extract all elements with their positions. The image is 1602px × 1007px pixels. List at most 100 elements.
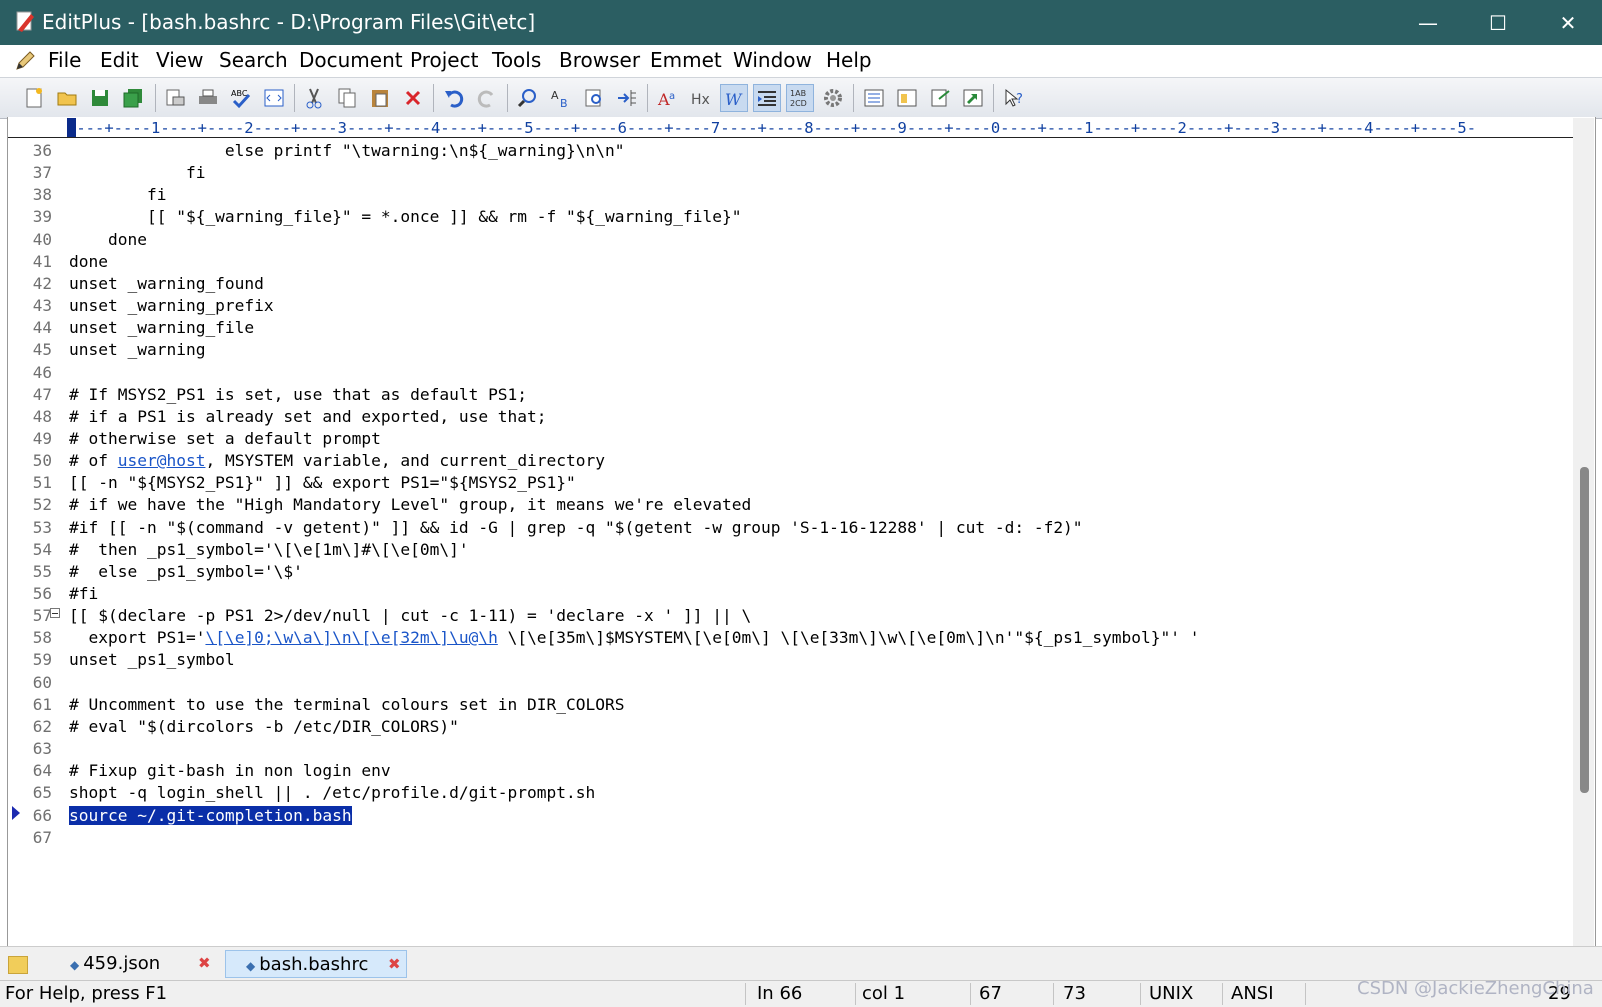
redo-icon[interactable] xyxy=(473,84,501,112)
code-line[interactable]: unset _ps1_symbol xyxy=(69,649,235,671)
go-to-line-icon[interactable] xyxy=(613,84,641,112)
word-wrap-icon[interactable]: W xyxy=(720,84,748,112)
code-line[interactable]: unset _warning_file xyxy=(69,317,254,339)
close-button[interactable]: ✕ xyxy=(1533,0,1602,45)
line-number: 46 xyxy=(32,363,52,382)
code-line[interactable]: unset _warning xyxy=(69,339,205,361)
html-toolbar-icon[interactable]: Hx xyxy=(687,84,715,112)
toolbar-separator xyxy=(853,84,854,112)
code-line[interactable]: [[ -n "${MSYS2_PS1}" ]] && export PS1="$… xyxy=(69,472,576,494)
code-line[interactable]: #if [[ -n "$(command -v getent)" ]] && i… xyxy=(69,517,1083,539)
code-line[interactable]: source ~/.git-completion.bash xyxy=(69,805,352,827)
font-icon[interactable]: Aa xyxy=(654,84,682,112)
paste-icon[interactable] xyxy=(366,84,394,112)
code-line[interactable]: # if a PS1 is already set and exported, … xyxy=(69,406,547,428)
code-line[interactable]: # otherwise set a default prompt xyxy=(69,428,381,450)
code-line[interactable]: done xyxy=(69,229,147,251)
spell-check-icon[interactable]: ABC xyxy=(227,84,255,112)
menu-file[interactable]: File xyxy=(48,48,81,72)
directory-window-icon[interactable] xyxy=(860,84,888,112)
svg-text:Hx: Hx xyxy=(691,92,710,108)
menu-document[interactable]: Document xyxy=(299,48,403,72)
tab-459-json[interactable]: ◆ 459.json ✖ xyxy=(70,950,220,978)
code-line[interactable]: shopt -q login_shell || . /etc/profile.d… xyxy=(69,782,595,804)
status-encoding[interactable]: ANSI xyxy=(1231,983,1274,1005)
status-line-ending[interactable]: UNIX xyxy=(1149,983,1193,1005)
line-number: 36 xyxy=(32,141,52,160)
print-icon[interactable] xyxy=(194,84,222,112)
watermark: CSDN @JackieZhengChina xyxy=(1357,978,1594,999)
hyperlink[interactable]: \[\e]0;\w\a\]\n\[\e[32m\]\u@\h xyxy=(205,628,497,647)
line-number: 49 xyxy=(32,429,52,448)
folder-icon[interactable] xyxy=(8,956,28,974)
delete-icon[interactable] xyxy=(399,84,427,112)
copy-icon[interactable] xyxy=(333,84,361,112)
column-select-icon[interactable]: 1AB 2CD xyxy=(786,84,814,112)
line-number: 37 xyxy=(32,163,52,182)
minimize-button[interactable]: — xyxy=(1393,0,1463,45)
context-help-icon[interactable]: ? xyxy=(1000,84,1028,112)
code-line[interactable]: [[ $(declare -p PS1 2>/dev/null | cut -c… xyxy=(69,605,751,627)
code-line[interactable]: else printf "\twarning:\n${_warning}\n\n… xyxy=(69,140,625,162)
save-all-icon[interactable] xyxy=(119,84,147,112)
settings-gear-icon[interactable] xyxy=(819,84,847,112)
code-line[interactable]: # Uncomment to use the terminal colours … xyxy=(69,694,625,716)
menu-browser[interactable]: Browser xyxy=(559,48,640,72)
status-file-size: 73 xyxy=(1063,983,1086,1004)
tab-bash-bashrc[interactable]: ◆ bash.bashrc ✖ xyxy=(225,950,407,978)
code-line[interactable]: # of user@host, MSYSTEM variable, and cu… xyxy=(69,450,605,472)
menu-view[interactable]: View xyxy=(156,48,203,72)
cliptext-window-icon[interactable] xyxy=(893,84,921,112)
replace-icon[interactable]: AB xyxy=(547,84,575,112)
maximize-button[interactable]: ☐ xyxy=(1463,0,1533,45)
new-file-icon[interactable] xyxy=(20,84,48,112)
line-number: 55 xyxy=(32,562,52,581)
open-file-icon[interactable] xyxy=(53,84,81,112)
undo-icon[interactable] xyxy=(440,84,468,112)
menu-window[interactable]: Window xyxy=(733,48,812,72)
menu-tools[interactable]: Tools xyxy=(492,48,541,72)
code-line[interactable]: fi xyxy=(69,184,167,206)
menu-edit[interactable]: Edit xyxy=(100,48,139,72)
line-number: 40 xyxy=(32,230,52,249)
selected-text[interactable]: source ~/.git-completion.bash xyxy=(69,806,352,825)
code-line[interactable]: # then _ps1_symbol='\[\e[1m\]#\[\e[0m\]' xyxy=(69,539,469,561)
menu-project[interactable]: Project xyxy=(410,48,478,72)
line-number: 60 xyxy=(32,673,52,692)
cut-icon[interactable] xyxy=(300,84,328,112)
code-line[interactable]: #fi xyxy=(69,583,98,605)
clip-text-icon[interactable] xyxy=(926,84,954,112)
code-line[interactable]: [[ "${_warning_file}" = *.once ]] && rm … xyxy=(69,206,742,228)
code-line[interactable]: # Fixup git-bash in non login env xyxy=(69,760,391,782)
vertical-scrollbar-thumb[interactable] xyxy=(1580,467,1589,793)
code-line[interactable]: # else _ps1_symbol='\$' xyxy=(69,561,303,583)
tab-close-icon[interactable]: ✖ xyxy=(388,957,402,972)
status-total-lines: 67 xyxy=(979,983,1002,1004)
menu-emmet[interactable]: Emmet xyxy=(650,48,722,72)
find-in-files-icon[interactable] xyxy=(580,84,608,112)
toolbar-separator xyxy=(647,84,648,112)
browser-view-icon[interactable] xyxy=(260,84,288,112)
fold-collapse-icon[interactable] xyxy=(50,608,60,618)
code-line[interactable]: unset _warning_prefix xyxy=(69,295,274,317)
code-line[interactable]: # if we have the "High Mandatory Level" … xyxy=(69,494,751,516)
code-line[interactable]: export PS1='\[\e]0;\w\a\]\n\[\e[32m\]\u@… xyxy=(69,627,1199,649)
menu-search[interactable]: Search xyxy=(219,48,288,72)
tab-close-icon[interactable]: ✖ xyxy=(198,956,212,971)
hyperlink[interactable]: user@host xyxy=(118,451,206,470)
code-line[interactable]: unset _warning_found xyxy=(69,273,264,295)
code-line[interactable]: # eval "$(dircolors -b /etc/DIR_COLORS)" xyxy=(69,716,459,738)
code-line[interactable]: # If MSYS2_PS1 is set, use that as defau… xyxy=(69,384,527,406)
menu-help[interactable]: Help xyxy=(826,48,872,72)
svg-text:1AB: 1AB xyxy=(790,89,806,98)
output-window-icon[interactable] xyxy=(959,84,987,112)
save-icon[interactable] xyxy=(86,84,114,112)
svg-text:a: a xyxy=(669,91,675,102)
print-preview-icon[interactable] xyxy=(161,84,189,112)
code-line[interactable]: fi xyxy=(69,162,206,184)
svg-text:W: W xyxy=(725,90,743,109)
find-icon[interactable] xyxy=(514,84,542,112)
code-line[interactable]: done xyxy=(69,251,108,273)
toolbar-separator xyxy=(294,84,295,112)
indent-icon[interactable] xyxy=(753,84,781,112)
